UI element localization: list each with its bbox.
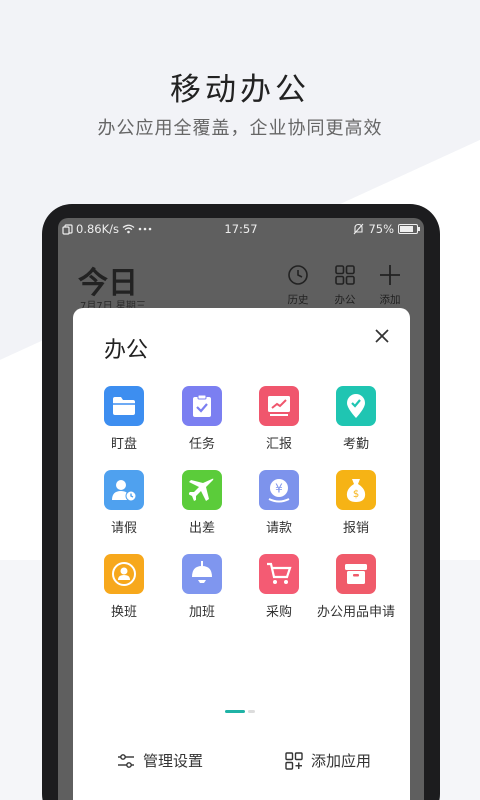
page-indicator <box>225 710 255 713</box>
plus-icon <box>380 265 400 285</box>
chart-icon <box>259 386 299 426</box>
close-button[interactable] <box>368 322 396 350</box>
box-icon <box>336 554 376 594</box>
add-app-label: 添加应用 <box>311 752 372 770</box>
bell-mute-icon <box>354 223 364 235</box>
promo-title: 移动办公 <box>170 72 310 108</box>
add-button[interactable]: 添加 <box>368 264 412 307</box>
app-label: 盯盘 <box>110 437 137 452</box>
office-button[interactable]: 办公 <box>323 264 367 307</box>
folder-icon <box>104 386 144 426</box>
app-label: 报销 <box>342 521 369 536</box>
grid-icon <box>335 265 355 285</box>
app-item[interactable]: 考勤 <box>311 386 401 452</box>
manage-settings-label: 管理设置 <box>143 752 204 770</box>
page-dot <box>248 710 255 713</box>
svg-text:¥: ¥ <box>275 482 283 496</box>
user-swap-icon <box>104 554 144 594</box>
app-item[interactable]: 换班 <box>79 554 169 620</box>
yen-coin-icon: ¥ <box>259 470 299 510</box>
battery-icon <box>398 224 420 234</box>
money-bag-icon: $ <box>336 470 376 510</box>
close-icon <box>375 329 389 343</box>
airplane-icon <box>182 470 222 510</box>
user-clock-icon <box>104 470 144 510</box>
clipboard-check-icon <box>182 386 222 426</box>
app-item[interactable]: 盯盘 <box>79 386 169 452</box>
history-icon <box>288 265 308 285</box>
svg-text:$: $ <box>353 489 359 500</box>
battery-percent: 75% <box>368 222 394 236</box>
add-app-button[interactable]: 添加应用 <box>285 750 371 771</box>
app-label: 办公用品申请 <box>316 605 395 620</box>
app-item[interactable]: $ 报销 <box>311 470 401 536</box>
today-title: 今日 <box>78 266 138 301</box>
page-dot-active <box>225 710 245 713</box>
office-apps-modal: 办公 盯盘 任务 汇报 考勤 请假 出差 ¥ 请款 $ 报销 换班 加班 采购 … <box>73 308 410 800</box>
app-label: 换班 <box>110 605 137 620</box>
office-label: 办公 <box>334 294 356 306</box>
app-item[interactable]: 办公用品申请 <box>311 554 401 620</box>
app-label: 请假 <box>110 521 137 536</box>
app-label: 考勤 <box>342 437 369 452</box>
modal-title: 办公 <box>104 338 149 363</box>
status-bar: 0.86K/s 17:57 75% <box>58 218 424 240</box>
history-label: 历史 <box>287 294 309 306</box>
promo-subtitle: 办公应用全覆盖，企业协同更高效 <box>97 118 383 139</box>
history-button[interactable]: 历史 <box>276 264 320 307</box>
add-label: 添加 <box>379 294 401 306</box>
add-grid-icon <box>285 751 303 770</box>
app-item[interactable]: 请假 <box>79 470 169 536</box>
lamp-icon <box>182 554 222 594</box>
sliders-icon <box>118 753 134 768</box>
manage-settings-button[interactable]: 管理设置 <box>117 750 203 771</box>
location-check-icon <box>336 386 376 426</box>
cart-icon <box>259 554 299 594</box>
